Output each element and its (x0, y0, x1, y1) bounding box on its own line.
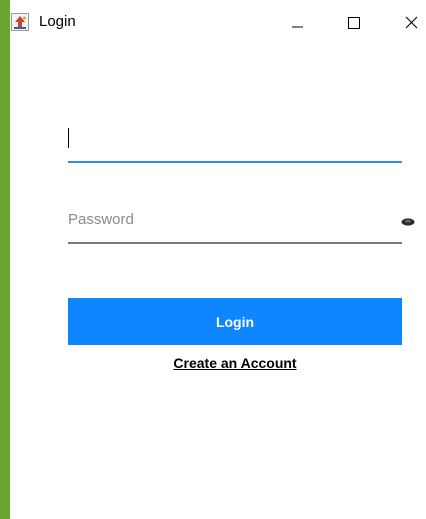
close-icon (405, 16, 418, 29)
login-window: Login Password Login Create an Account (10, 0, 426, 519)
close-button[interactable] (388, 0, 426, 44)
maximize-icon (348, 17, 360, 29)
password-field[interactable]: Password (68, 204, 402, 246)
username-underline (68, 161, 402, 163)
title-bar: Login (10, 0, 426, 44)
minimize-button[interactable] (274, 0, 320, 44)
minimize-icon (292, 26, 303, 28)
username-field[interactable] (68, 122, 402, 164)
password-placeholder: Password (68, 211, 134, 228)
login-button[interactable]: Login (68, 298, 402, 345)
text-caret (68, 128, 69, 148)
create-account-link[interactable]: Create an Account (68, 354, 402, 372)
password-underline (68, 242, 402, 244)
username-input[interactable] (68, 122, 402, 160)
window-title: Login (39, 13, 76, 30)
maximize-button[interactable] (330, 0, 376, 44)
java-cup-icon (11, 13, 29, 31)
eye-icon[interactable] (400, 216, 416, 228)
